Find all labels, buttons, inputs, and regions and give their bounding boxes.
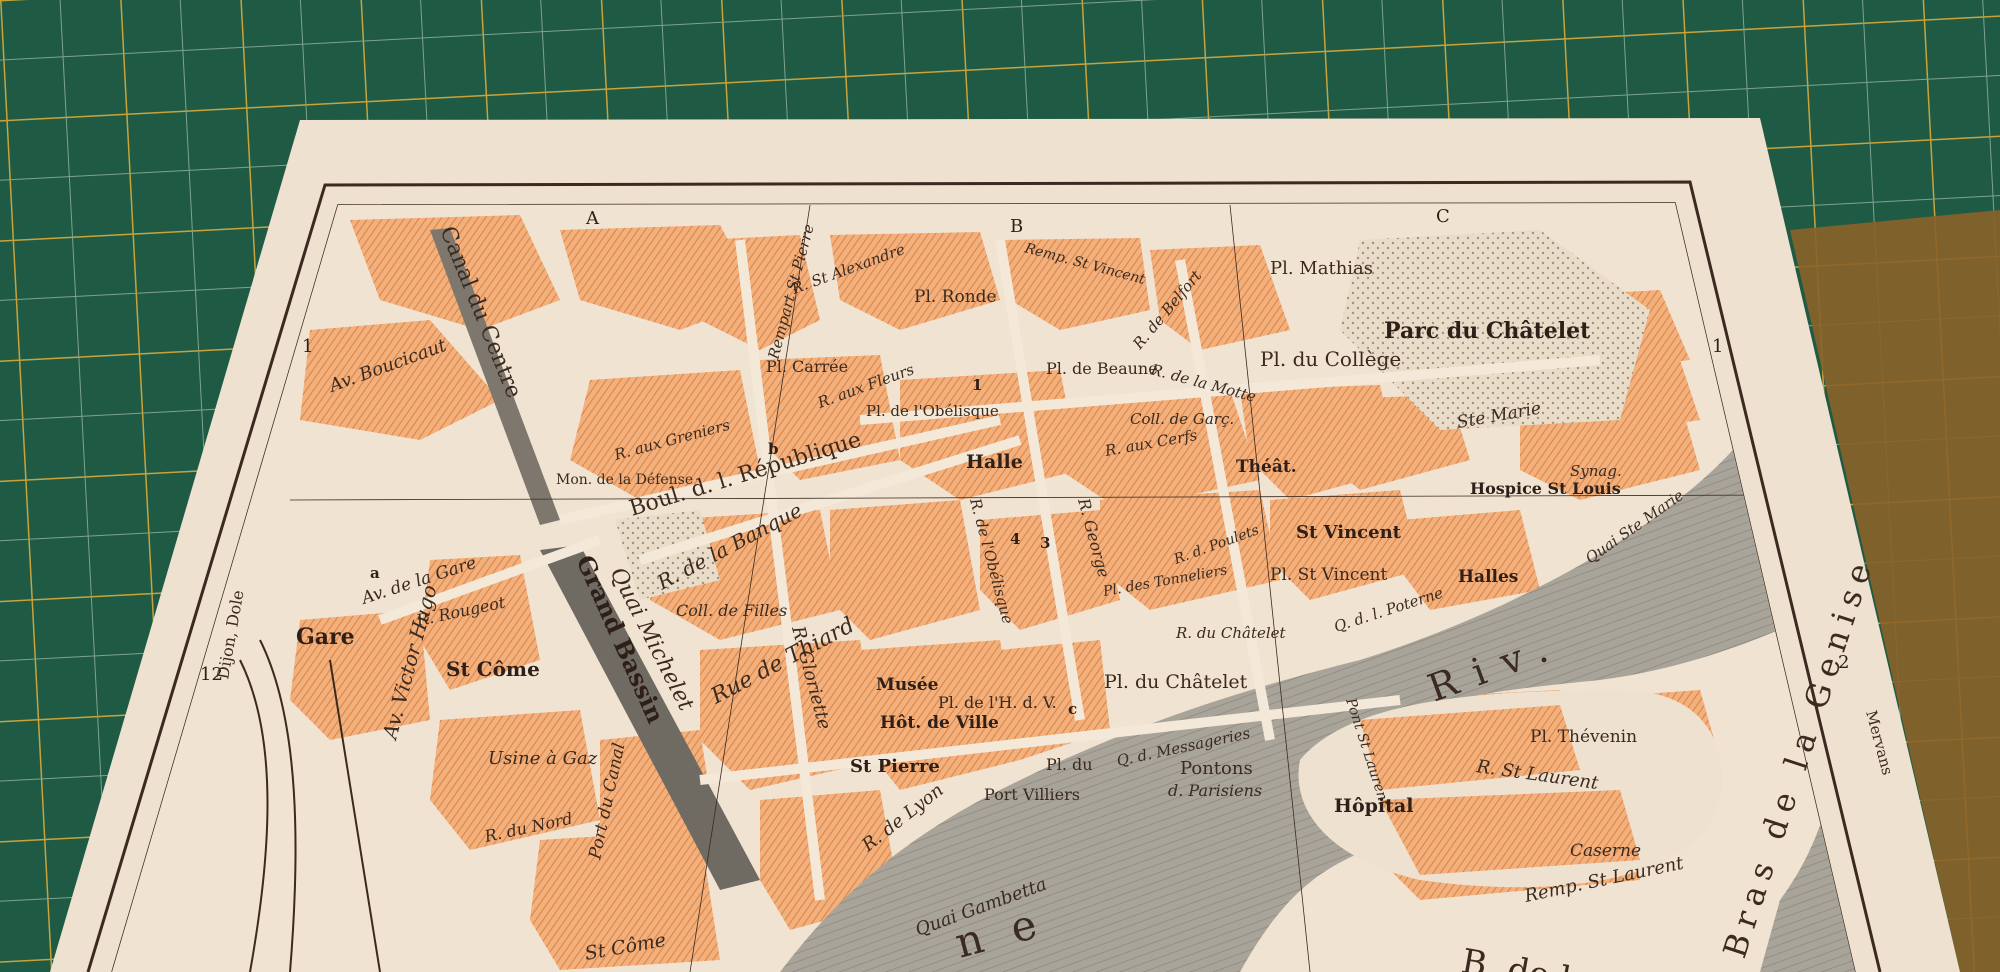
label-pl-carree: Pl. Carrée — [766, 357, 848, 376]
label-caserne: Caserne — [1570, 841, 1641, 861]
label-num-4: 4 — [1010, 530, 1020, 548]
label-r-du-chatelet: R. du Châtelet — [1175, 624, 1287, 642]
label-num-3: 3 — [1040, 534, 1050, 552]
label-st-come: St Côme — [446, 657, 540, 681]
label-st-pierre: St Pierre — [850, 756, 940, 777]
label-halle: Halle — [966, 451, 1023, 473]
label-pl-beaune: Pl. de Beaune — [1046, 359, 1158, 378]
label-hot-de-ville: Hôt. de Ville — [880, 713, 999, 733]
label-pl-hotel-ville: Pl. de l'H. d. V. — [938, 693, 1057, 712]
label-st-vincent: St Vincent — [1296, 522, 1402, 543]
label-pl-mathias: Pl. Mathias — [1270, 258, 1373, 279]
column-letter-b: B — [1010, 216, 1023, 237]
label-theatre: Théât. — [1236, 457, 1297, 477]
row-number-left-1: 1 — [302, 336, 313, 357]
label-num-1: 1 — [972, 376, 982, 394]
label-usine-gaz: Usine à Gaz — [488, 748, 598, 769]
map-photo: A B C 1 12 1 2 Dijon, Dole Mervans Canal… — [0, 0, 2000, 972]
label-pontons: Pontons — [1180, 758, 1253, 779]
label-parc-chatelet: Parc du Châtelet — [1384, 318, 1591, 344]
label-synag: Synag. — [1570, 462, 1622, 480]
label-pl-college: Pl. du Collège — [1260, 347, 1401, 371]
label-musee: Musée — [876, 675, 939, 695]
label-hospice-st-louis: Hospice St Louis — [1470, 479, 1621, 498]
label-pl-st-vincent: Pl. St Vincent — [1270, 565, 1387, 585]
label-parisiens: d. Parisiens — [1168, 781, 1262, 800]
label-hopital: Hôpital — [1334, 795, 1413, 817]
label-pl-ronde: Pl. Ronde — [914, 287, 997, 307]
label-pl-du-chatelet: Pl. du Châtelet — [1104, 671, 1248, 693]
label-pl-pontons: Pl. du — [1046, 755, 1093, 774]
label-letter-a: a — [370, 564, 380, 582]
label-coll-garcons: Coll. de Garç. — [1130, 410, 1234, 428]
label-letter-b: b — [768, 440, 779, 458]
label-pl-thevenin: Pl. Thévenin — [1530, 727, 1637, 747]
label-letter-c: c — [1068, 700, 1077, 718]
label-pl-obelisque: Pl. de l'Obélisque — [866, 402, 999, 420]
label-port-villiers: Port Villiers — [984, 785, 1080, 804]
label-coll-filles: Coll. de Filles — [676, 601, 787, 620]
column-letter-a: A — [585, 208, 600, 229]
label-gare: Gare — [296, 624, 355, 650]
row-number-right-1: 1 — [1712, 336, 1723, 357]
column-letter-c: C — [1436, 206, 1450, 227]
label-halles: Halles — [1458, 567, 1518, 587]
